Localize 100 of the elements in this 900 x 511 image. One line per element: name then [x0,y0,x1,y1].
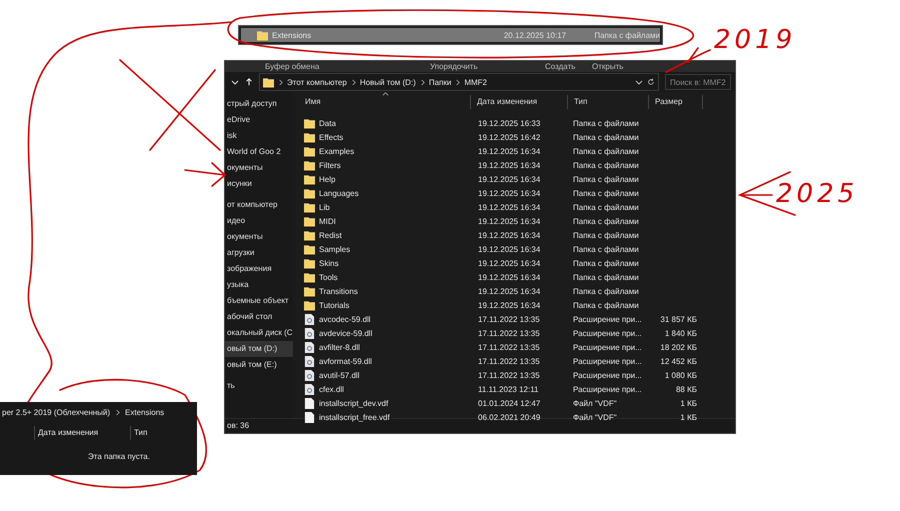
file-name[interactable]: installscript_free.vdf [319,412,390,422]
file-list-row[interactable]: Extensions 20.12.2025 10:17 Папка с файлами [238,25,663,45]
item-count: ов: 36 [227,421,250,430]
column-header[interactable]: Дата изменения [471,95,568,109]
navigation-item[interactable]: стрый доступ [225,96,293,112]
settings-file-icon [304,384,315,394]
file-type: Расширение при... [572,342,643,352]
settings-file-icon [304,370,315,380]
file-date: 17.11.2022 13:35 [477,314,541,324]
chevron-right-icon [455,78,460,86]
file-date: 17.11.2022 13:35 [477,370,541,380]
column-header[interactable]: Размер [649,95,703,109]
file-name[interactable]: Languages [319,188,359,198]
folder-icon [304,174,315,184]
navigation-item[interactable]: идео [225,213,293,229]
ribbon-group-label: Упорядочить [430,62,478,71]
chevron-right-icon [350,78,356,86]
navigation-item[interactable]: окументы [225,160,293,176]
file-size: 12 452 КБ [659,356,698,366]
column-header[interactable]: Тип [130,426,148,440]
column-header[interactable]: Тип [568,95,649,109]
file-name[interactable]: Help [319,174,336,184]
up-arrow-icon[interactable] [245,78,253,86]
navigation-item[interactable]: узыка [225,277,293,293]
breadcrumb-item[interactable]: Extensions [125,408,164,416]
search-field[interactable]: Поиск в: MMF2 [665,74,731,90]
file-name[interactable]: Redist [319,230,342,240]
file-name[interactable]: cfex.dll [319,384,344,394]
file-size: 1 КБ [679,412,698,422]
folder-icon [304,132,315,142]
folder-icon [304,188,315,198]
file-type: Папка с файлами [594,30,660,40]
navigation-item[interactable]: бъемные объект [225,293,293,309]
file-name: Extensions [272,30,312,40]
navigation-item[interactable]: овый том (E:) [225,357,293,373]
navigation-item[interactable]: окальный диск (С [225,325,293,341]
breadcrumb-item[interactable]: Этот компьютер [287,78,347,86]
navigation-item[interactable]: агрузки [225,245,293,261]
file-date: 17.11.2022 13:35 [477,342,541,352]
navigation-item[interactable]: ть [225,378,293,394]
file-type: Папка с файлами [572,202,640,212]
folder-icon [304,258,315,268]
file-name[interactable]: avfilter-8.dll [319,342,360,352]
file-name[interactable]: Tutorials [319,300,350,310]
chevron-down-icon[interactable] [231,78,239,86]
navigation-item[interactable]: World of Goo 2 [225,144,293,160]
file-name[interactable]: installscript_dev.vdf [319,398,388,408]
arrow-scribble [184,162,226,187]
file-size: 31 857 КБ [659,314,698,324]
breadcrumb-item[interactable]: Новый том (D:) [360,78,416,86]
file-date: 17.11.2022 13:35 [477,328,541,338]
file-name[interactable]: Filters [319,160,341,170]
file-name[interactable]: Skins [319,258,339,268]
settings-file-icon [304,328,315,338]
file-icon [304,398,315,408]
file-name[interactable]: Tools [319,272,338,282]
file-date: 19.12.2025 16:34 [477,216,542,226]
file-name[interactable]: Examples [319,146,354,156]
file-type: Папка с файлами [572,146,640,156]
file-name[interactable]: Effects [319,132,344,142]
arrow-scribble [665,47,711,73]
file-name[interactable]: Lib [319,202,330,212]
file-size: 18 202 КБ [659,342,698,352]
file-name[interactable]: avformat-59.dll [319,356,372,366]
breadcrumb-item[interactable]: Папки [428,78,452,86]
file-date: 01.01.2024 12:47 [477,398,542,408]
file-date: 19.12.2025 16:34 [477,244,542,254]
file-name[interactable]: Transitions [319,286,358,296]
file-type: Папка с файлами [572,216,640,226]
file-date: 19.12.2025 16:34 [477,230,542,240]
navigation-item[interactable]: окументы [225,229,293,245]
breadcrumb-item[interactable]: MMF2 [464,78,487,86]
navigation-item[interactable]: зображения [225,261,293,277]
file-type: Файл "VDF" [572,398,618,408]
file-name[interactable]: MIDI [319,216,336,226]
navigation-item[interactable]: овый том (D:) [225,341,293,357]
file-name[interactable]: Data [319,118,336,128]
column-header[interactable]: Дата изменения [34,426,130,440]
chevron-down-icon[interactable] [635,78,643,86]
navigation-item[interactable]: абочий стол [225,309,293,325]
file-name[interactable]: avcodec-59.dll [319,314,371,324]
file-name[interactable]: avdevice-59.dll [319,328,372,338]
file-date: 19.12.2025 16:34 [477,300,542,310]
file-date: 19.12.2025 16:34 [477,286,542,296]
file-date: 06.02.2021 20:49 [477,412,542,422]
file-name[interactable]: avutil-57.dll [319,370,360,380]
folder-icon [263,76,274,88]
navigation-item[interactable]: eDrive [225,112,293,128]
refresh-icon[interactable] [647,78,655,86]
file-date: 17.11.2022 13:35 [477,356,541,366]
column-header[interactable]: Имя [293,95,471,109]
breadcrumb-item[interactable]: per 2.5+ 2019 (Облехченный) [2,408,110,416]
navigation-item[interactable]: от компьютер [225,197,293,213]
file-type: Папка с файлами [572,118,640,128]
address-bar[interactable]: Этот компьютер Новый том (D:) Папки MMF2 [259,73,659,91]
navigation-item[interactable]: исунки [225,176,293,192]
navigation-item[interactable]: isk [225,128,293,144]
file-name[interactable]: Samples [319,244,350,254]
folder-icon [304,160,315,170]
folder-icon [304,230,315,240]
